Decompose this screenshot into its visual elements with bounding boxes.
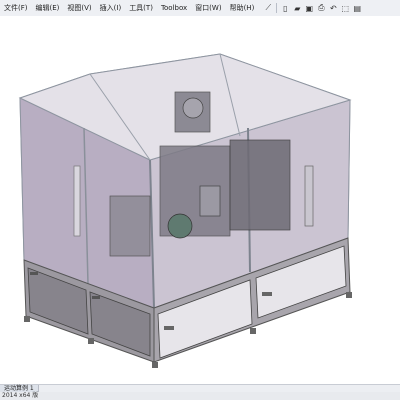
machine-3d-model: [18, 53, 352, 368]
pin-icon[interactable]: ⟋: [263, 3, 273, 13]
graphics-viewport[interactable]: [0, 16, 400, 384]
quick-access-toolbar: ⟋ ▯ ▰ ▣ ⎙ ↶ ⬚ ▤: [262, 3, 363, 13]
select-arrow-icon[interactable]: ⬚: [340, 3, 350, 13]
menu-tools[interactable]: 工具(T): [125, 0, 157, 16]
status-bar: 2014 x64 版: [0, 392, 400, 400]
menu-edit[interactable]: 编辑(E): [32, 0, 64, 16]
status-text: 2014 x64 版: [2, 392, 39, 399]
menu-window[interactable]: 窗口(W): [191, 0, 225, 16]
rebuild-icon[interactable]: ▤: [352, 3, 362, 13]
menu-bar: 文件(F) 编辑(E) 视图(V) 插入(I) 工具(T) Toolbox 窗口…: [0, 0, 400, 17]
toolbar-separator: [276, 3, 278, 13]
menu-file[interactable]: 文件(F): [0, 0, 32, 16]
menu-insert[interactable]: 插入(I): [96, 0, 126, 16]
open-folder-icon[interactable]: ▰: [292, 3, 302, 13]
menu-help[interactable]: 帮助(H): [226, 0, 259, 16]
menu-toolbox[interactable]: Toolbox: [157, 0, 191, 16]
menu-view[interactable]: 视图(V): [63, 0, 95, 16]
print-icon[interactable]: ⎙: [316, 3, 326, 13]
new-document-icon[interactable]: ▯: [280, 3, 290, 13]
undo-icon[interactable]: ↶: [328, 3, 338, 13]
save-icon[interactable]: ▣: [304, 3, 314, 13]
